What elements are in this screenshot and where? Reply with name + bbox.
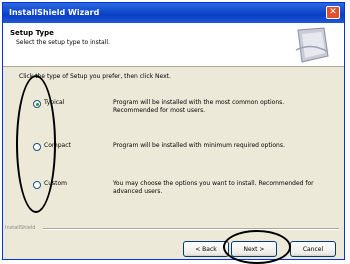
title-bar[interactable]: InstallShield Wizard ✕ <box>3 3 344 23</box>
cancel-button[interactable]: Cancel <box>290 241 336 257</box>
window-title: InstallShield Wizard <box>9 8 100 17</box>
instruction-text: Click the type of Setup you prefer, then… <box>19 73 171 80</box>
footer-divider <box>43 228 339 230</box>
option-description-compact: Program will be installed with minimum r… <box>113 142 285 149</box>
option-label-compact[interactable]: Compact <box>44 142 71 149</box>
radio-compact[interactable] <box>33 143 41 151</box>
header-graphic-icon <box>295 27 329 63</box>
header-banner: Setup Type Select the setup type to inst… <box>3 23 344 67</box>
radio-typical[interactable] <box>33 100 41 108</box>
close-icon: ✕ <box>329 7 337 17</box>
next-button[interactable]: Next > <box>231 241 277 257</box>
radio-custom[interactable] <box>33 181 41 189</box>
header-title: Setup Type <box>10 29 54 37</box>
option-label-typical[interactable]: Typical <box>44 99 64 106</box>
brand-label: InstallShield <box>5 225 36 231</box>
option-description-custom: You may choose the options you want to i… <box>113 180 314 195</box>
option-description-typical: Program will be installed with the most … <box>113 99 285 114</box>
close-button[interactable]: ✕ <box>326 6 340 19</box>
back-button[interactable]: < Back <box>183 241 229 257</box>
installshield-wizard-window: InstallShield Wizard ✕ Setup Type Select… <box>2 2 345 260</box>
option-label-custom[interactable]: Custom <box>44 180 67 187</box>
header-subtitle: Select the setup type to install. <box>16 39 110 46</box>
